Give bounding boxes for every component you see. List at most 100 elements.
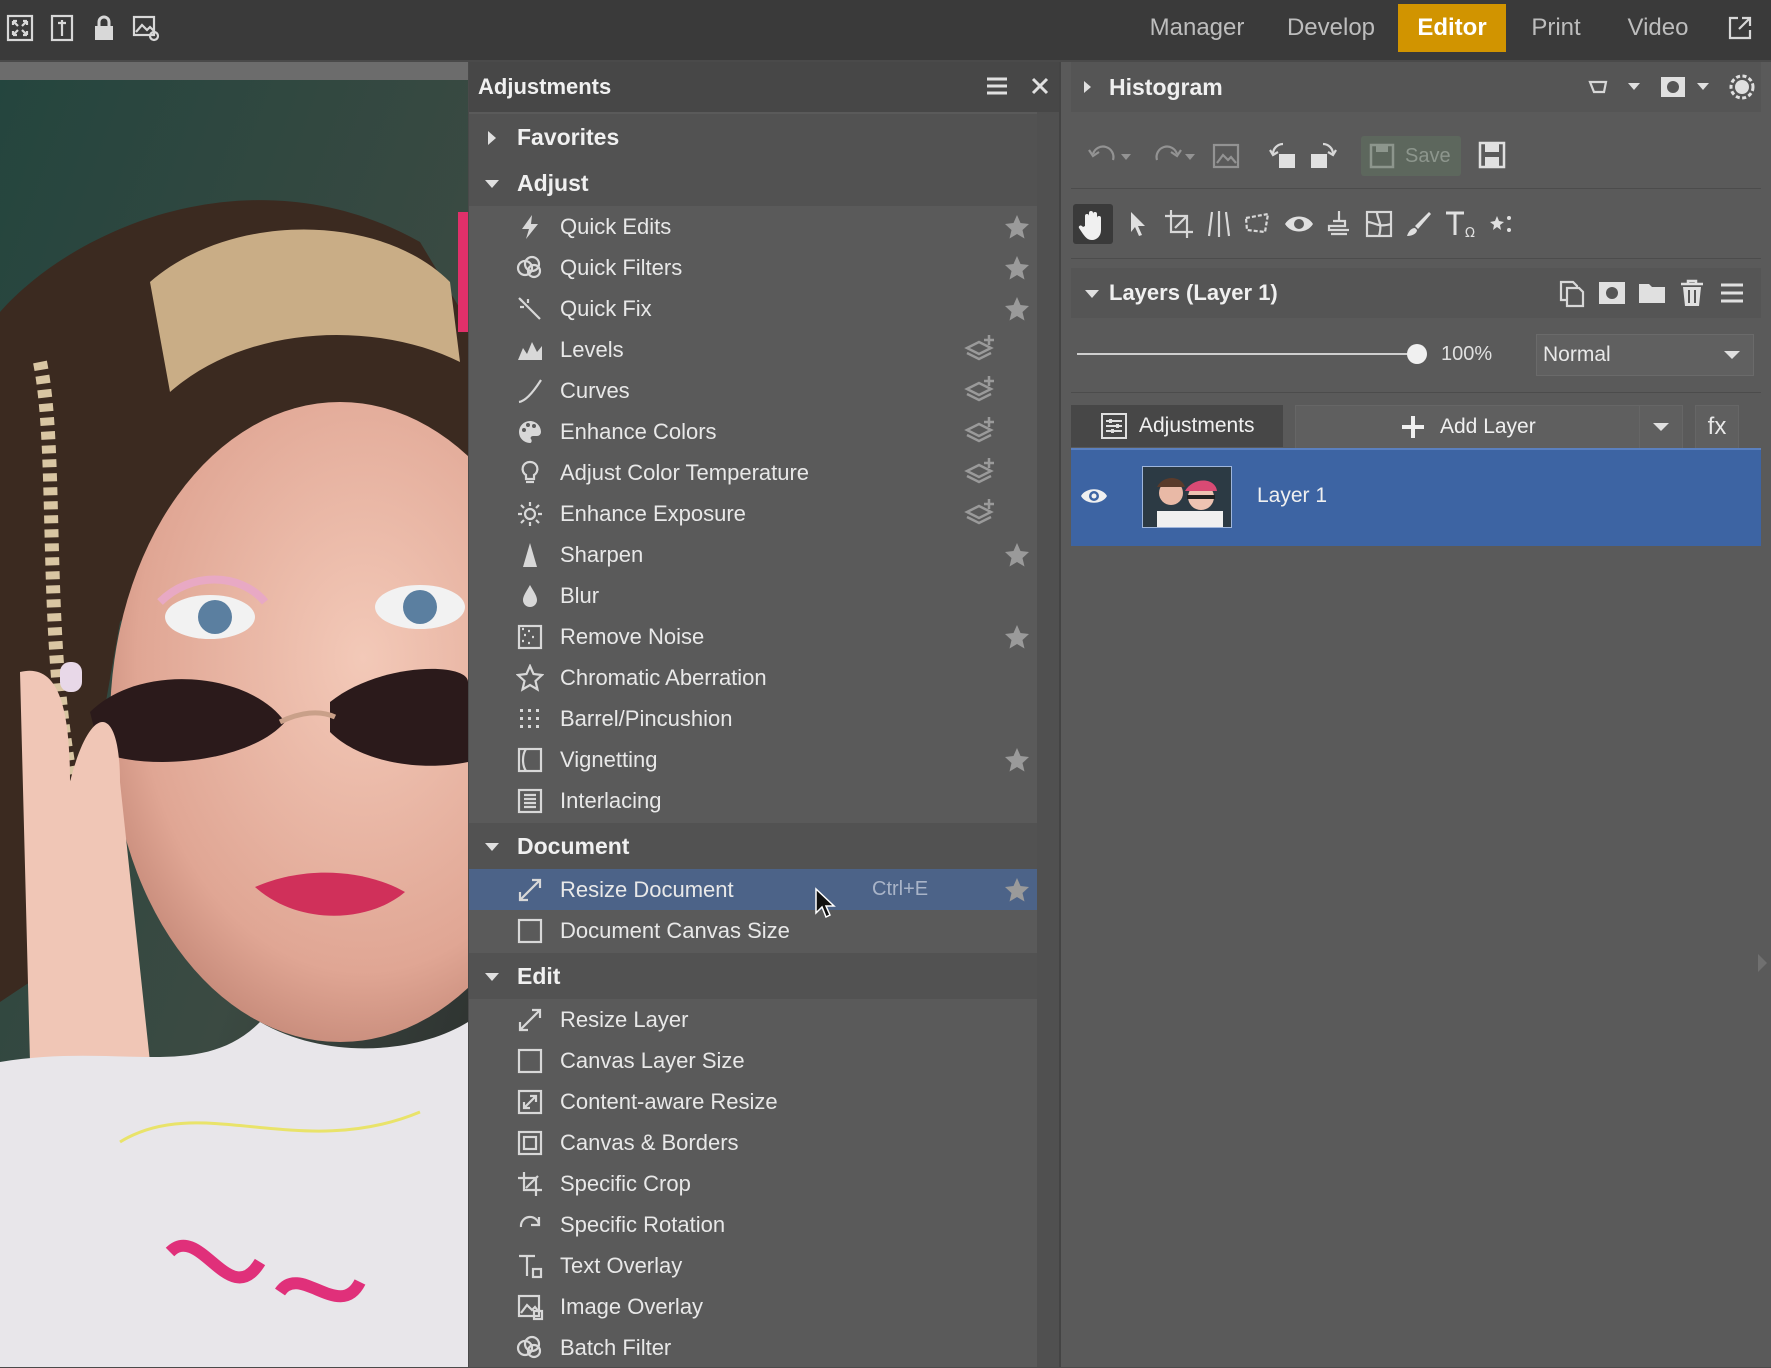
close-icon[interactable] [1028,74,1052,98]
rotate-icon: .i{stroke:#d8d8d8;fill:none;stroke-width… [516,1211,544,1239]
adjustments-button[interactable]: Adjustments [1071,405,1283,447]
layer-row[interactable]: Layer 1 [1071,448,1761,546]
histogram-header[interactable]: Histogram [1071,62,1761,112]
section-favorites[interactable]: Favorites [469,114,1037,160]
adjustment-item-levels[interactable]: .i{stroke:#d8d8d8;fill:none;stroke-width… [469,329,1037,370]
adjustment-item-text-overlay[interactable]: .i{stroke:#d8d8d8;fill:none;stroke-width… [469,1245,1037,1286]
add-layer-button[interactable]: Add Layer [1295,405,1641,449]
eye-icon[interactable] [1079,484,1109,508]
favorite-star-icon[interactable] [1003,213,1031,241]
fullscreen-icon[interactable] [4,12,36,44]
blend-mode-select[interactable]: Normal [1536,334,1754,376]
opacity-slider-handle[interactable] [1407,344,1427,364]
adjustment-item-sharpen[interactable]: .i{stroke:#d8d8d8;fill:none;stroke-width… [469,534,1037,575]
adjustment-item-chromatic-aberration[interactable]: .i{stroke:#d8d8d8;fill:none;stroke-width… [469,657,1037,698]
selection-tool-icon[interactable] [1243,208,1275,240]
save-as-icon[interactable] [1477,140,1507,170]
interlace-icon: .i{stroke:#d8d8d8;fill:none;stroke-width… [516,787,544,815]
add-layer-dropdown[interactable] [1639,405,1683,449]
section-edit[interactable]: Edit [469,953,1037,999]
adjustment-item-specific-rotation[interactable]: .i{stroke:#d8d8d8;fill:none;stroke-width… [469,1204,1037,1245]
mask-view-icon[interactable] [1659,74,1719,100]
rotate-left-icon[interactable] [1267,140,1299,172]
add-as-layer-icon[interactable] [963,415,997,449]
adjustment-item-batch-filter[interactable]: .i{stroke:#d8d8d8;fill:none;stroke-width… [469,1327,1037,1368]
split-view-icon[interactable] [46,12,78,44]
original-image-icon[interactable] [1211,142,1241,170]
stamp-tool-icon[interactable] [1323,208,1355,240]
adjustment-item-quick-filters[interactable]: .i{stroke:#d8d8d8;fill:none;stroke-width… [469,247,1037,288]
adjustment-item-content-aware-resize[interactable]: .i{stroke:#d8d8d8;fill:none;stroke-width… [469,1081,1037,1122]
filters-icon: .i{stroke:#d8d8d8;fill:none;stroke-width… [516,1334,544,1362]
adjustment-item-vignetting[interactable]: .i{stroke:#d8d8d8;fill:none;stroke-width… [469,739,1037,780]
favorite-star-icon[interactable] [1003,623,1031,651]
section-label: Document [517,833,630,859]
hand-tool-icon[interactable] [1073,204,1113,244]
select-tool-icon[interactable] [1123,208,1153,240]
rotate-right-icon[interactable] [1307,140,1339,172]
image-settings-icon[interactable] [130,12,162,44]
transform-tool-icon[interactable] [1363,208,1395,240]
histogram-mode-icon[interactable] [1586,74,1646,100]
add-as-layer-icon[interactable] [963,456,997,490]
adjustment-item-enhance-exposure[interactable]: .i{stroke:#d8d8d8;fill:none;stroke-width… [469,493,1037,534]
adjustment-item-document-canvas-size[interactable]: .i{stroke:#d8d8d8;fill:none;stroke-width… [469,910,1037,951]
tab-develop[interactable]: Develop [1271,4,1391,52]
text-tool-icon[interactable]: Ω [1443,208,1479,241]
adjustment-item-quick-fix[interactable]: .i{stroke:#d8d8d8;fill:none;stroke-width… [469,288,1037,329]
tab-print[interactable]: Print [1512,4,1600,52]
external-window-icon[interactable] [1724,12,1756,44]
adjustment-item-remove-noise[interactable]: .i{stroke:#d8d8d8;fill:none;stroke-width… [469,616,1037,657]
adjustment-item-resize-layer[interactable]: .i{stroke:#d8d8d8;fill:none;stroke-width… [469,999,1037,1040]
favorite-star-icon[interactable] [1003,746,1031,774]
sun-icon: .i{stroke:#d8d8d8;fill:none;stroke-width… [516,500,544,528]
layers-menu-icon[interactable] [1717,278,1747,308]
adjustment-item-blur[interactable]: .i{stroke:#d8d8d8;fill:none;stroke-width… [469,575,1037,616]
adjustment-item-resize-document[interactable]: .i{stroke:#d8d8d8;fill:none;stroke-width… [469,869,1037,910]
menu-icon[interactable] [983,72,1011,100]
fx-button[interactable]: fx [1695,405,1739,449]
layers-header[interactable]: Layers (Layer 1) [1071,268,1761,318]
favorite-star-icon[interactable] [1003,876,1031,904]
photo-preview[interactable] [0,62,468,1367]
save-button[interactable]: Save [1361,136,1461,176]
duplicate-layer-icon[interactable] [1557,278,1587,308]
collapse-arrow-icon[interactable] [1755,952,1769,974]
redo-icon[interactable] [1151,142,1199,170]
add-as-layer-icon[interactable] [963,333,997,367]
favorite-star-icon[interactable] [1003,541,1031,569]
straighten-tool-icon[interactable] [1203,208,1235,240]
undo-icon[interactable] [1087,142,1135,170]
opacity-value[interactable]: 100% [1441,326,1492,382]
trash-icon[interactable] [1677,278,1707,308]
adjustment-item-specific-crop[interactable]: .i{stroke:#d8d8d8;fill:none;stroke-width… [469,1163,1037,1204]
folder-icon[interactable] [1637,278,1667,308]
adjustment-item-curves[interactable]: .i{stroke:#d8d8d8;fill:none;stroke-width… [469,370,1037,411]
opacity-slider-track[interactable] [1077,353,1417,355]
section-adjust[interactable]: Adjust [469,160,1037,206]
lock-icon[interactable] [88,12,120,44]
layer-mask-icon[interactable] [1597,278,1627,308]
adjustment-item-image-overlay[interactable]: .i{stroke:#d8d8d8;fill:none;stroke-width… [469,1286,1037,1327]
adjustment-item-adjust-color-temperature[interactable]: .i{stroke:#d8d8d8;fill:none;stroke-width… [469,452,1037,493]
adjustment-item-interlacing[interactable]: .i{stroke:#d8d8d8;fill:none;stroke-width… [469,780,1037,821]
favorite-star-icon[interactable] [1003,254,1031,282]
adjustment-item-enhance-colors[interactable]: .i{stroke:#d8d8d8;fill:none;stroke-width… [469,411,1037,452]
tab-video[interactable]: Video [1612,4,1704,52]
add-as-layer-icon[interactable] [963,374,997,408]
adjustment-item-quick-edits[interactable]: .i{stroke:#d8d8d8;fill:none;stroke-width… [469,206,1037,247]
add-as-layer-icon[interactable] [963,497,997,531]
section-document[interactable]: Document [469,823,1037,869]
crop-tool-icon[interactable] [1163,208,1195,240]
adjustment-item-canvas-borders[interactable]: .i{stroke:#d8d8d8;fill:none;stroke-width… [469,1122,1037,1163]
effects-tool-icon[interactable] [1485,208,1517,240]
settings-icon[interactable] [1727,72,1757,102]
adjustment-item-barrel-pincushion[interactable]: .i{stroke:#d8d8d8;fill:none;stroke-width… [469,698,1037,739]
adjustment-item-canvas-layer-size[interactable]: .i{stroke:#d8d8d8;fill:none;stroke-width… [469,1040,1037,1081]
favorite-star-icon[interactable] [1003,295,1031,323]
tab-manager[interactable]: Manager [1134,4,1260,52]
brush-tool-icon[interactable] [1403,208,1435,240]
red-eye-tool-icon[interactable] [1283,208,1315,240]
tab-editor[interactable]: Editor [1398,4,1506,52]
adjustments-scrollbar[interactable] [1037,112,1059,1367]
